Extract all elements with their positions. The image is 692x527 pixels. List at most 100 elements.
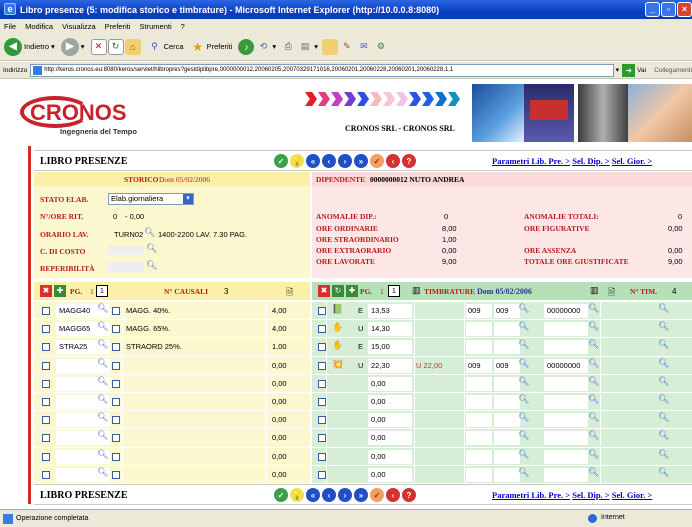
- calculator-icon[interactable]: 🗎: [608, 285, 615, 301]
- back-red-icon[interactable]: ‹: [386, 154, 400, 168]
- close-button[interactable]: ×: [677, 2, 692, 17]
- reper-field[interactable]: [108, 262, 144, 272]
- search-icon[interactable]: 🔍︎: [588, 358, 599, 369]
- row-checkbox[interactable]: [318, 325, 326, 334]
- check-orange-icon[interactable]: ✓: [370, 154, 384, 168]
- terminal-field-1[interactable]: [466, 467, 492, 482]
- search-icon[interactable]: 🔍︎: [97, 449, 108, 460]
- edit-icon[interactable]: ▤: [297, 39, 313, 55]
- search-icon[interactable]: 🔍︎: [658, 303, 669, 314]
- search-icon[interactable]: 🔍︎: [146, 243, 157, 254]
- terminal-field-1[interactable]: 009: [466, 304, 492, 318]
- search-icon[interactable]: 🔍︎: [518, 358, 529, 369]
- causale-code-field[interactable]: [544, 449, 588, 464]
- row-flag-checkbox[interactable]: [112, 361, 120, 370]
- terminal-field-2[interactable]: [494, 467, 520, 482]
- tools-icon[interactable]: ⚙: [373, 39, 389, 55]
- row-checkbox[interactable]: [318, 361, 326, 370]
- menu-file[interactable]: File: [4, 22, 16, 31]
- next-page-icon[interactable]: ›: [338, 488, 352, 502]
- terminal-field-1[interactable]: [466, 449, 492, 464]
- terminal-field-2[interactable]: [494, 449, 520, 464]
- row-checkbox[interactable]: [42, 325, 50, 334]
- messenger-icon[interactable]: ✉: [356, 39, 372, 55]
- lightbulb-icon[interactable]: 💡: [290, 488, 304, 502]
- terminal-field-1[interactable]: [466, 376, 492, 391]
- row-checkbox[interactable]: [42, 379, 50, 388]
- search-icon[interactable]: 🔍︎: [518, 321, 529, 332]
- row-flag-checkbox[interactable]: [112, 343, 120, 352]
- search-button[interactable]: ⚲ Cerca: [147, 39, 183, 55]
- link-sel-dip[interactable]: Sel. Dip. >: [572, 156, 609, 166]
- terminal-field-1[interactable]: [466, 431, 492, 446]
- row-checkbox[interactable]: [318, 343, 326, 352]
- link-parametri[interactable]: Parametri Lib. Pre. >: [492, 490, 570, 500]
- terminal-field-1[interactable]: [466, 340, 492, 355]
- minimize-button[interactable]: _: [645, 2, 660, 17]
- refresh-icon[interactable]: ↻: [107, 38, 124, 55]
- row-checkbox[interactable]: [42, 452, 50, 461]
- search-icon[interactable]: 🔍︎: [518, 412, 529, 423]
- confirm-icon[interactable]: ✓: [274, 488, 288, 502]
- search-icon[interactable]: 🔍︎: [658, 449, 669, 460]
- terminal-field-2[interactable]: [494, 395, 520, 409]
- delete-icon[interactable]: ✖: [40, 285, 52, 297]
- row-checkbox[interactable]: [318, 398, 326, 406]
- search-icon[interactable]: 🔍︎: [658, 358, 669, 369]
- row-flag-checkbox[interactable]: [112, 307, 120, 315]
- search-icon[interactable]: 🔍︎: [658, 394, 669, 405]
- stato-select[interactable]: Elab.giornaliera ▾: [108, 193, 194, 205]
- row-checkbox[interactable]: [42, 470, 50, 479]
- prev-page-icon[interactable]: ‹: [322, 154, 336, 168]
- causale-code-field[interactable]: [544, 376, 588, 391]
- row-checkbox[interactable]: [42, 398, 50, 406]
- first-page-icon[interactable]: «: [306, 488, 320, 502]
- search-icon[interactable]: 🔍︎: [518, 394, 529, 405]
- last-page-icon[interactable]: »: [354, 154, 368, 168]
- history-icon[interactable]: ⟲: [255, 39, 271, 55]
- row-checkbox[interactable]: [318, 452, 326, 461]
- causale-code-field[interactable]: [544, 413, 588, 428]
- terminal-field-1[interactable]: [466, 322, 492, 337]
- timbratura-time-field[interactable]: 13,53: [368, 304, 412, 318]
- row-checkbox[interactable]: [42, 416, 50, 425]
- timbratura-time-field[interactable]: 0,00: [368, 413, 412, 428]
- row-checkbox[interactable]: [318, 434, 326, 443]
- media-icon[interactable]: ♪: [238, 38, 255, 55]
- row-checkbox[interactable]: [318, 379, 326, 388]
- page-doc-icon[interactable]: 1: [96, 285, 108, 297]
- check-orange-icon[interactable]: ✓: [370, 488, 384, 502]
- orario-code[interactable]: TURN02: [114, 230, 143, 239]
- row-checkbox[interactable]: [42, 434, 50, 443]
- menu-help[interactable]: ?: [181, 22, 185, 31]
- search-icon[interactable]: 🔍︎: [658, 430, 669, 441]
- add-row-icon[interactable]: ✚: [54, 285, 66, 297]
- search-icon[interactable]: 🔍︎: [518, 339, 529, 350]
- row-flag-checkbox[interactable]: [112, 398, 120, 406]
- search-icon[interactable]: 🔍︎: [518, 303, 529, 314]
- timbratura-time-field[interactable]: 15,00: [368, 340, 412, 355]
- last-page-icon[interactable]: »: [354, 488, 368, 502]
- search-icon[interactable]: 🔍︎: [97, 358, 108, 369]
- prev-page-icon[interactable]: ‹: [322, 488, 336, 502]
- search-icon[interactable]: 🔍︎: [658, 467, 669, 478]
- calculator-icon[interactable]: 🗎: [286, 285, 300, 297]
- back-red-icon[interactable]: ‹: [386, 488, 400, 502]
- search-icon[interactable]: 🔍︎: [658, 412, 669, 423]
- help-icon[interactable]: ?: [402, 488, 416, 502]
- link-sel-dip[interactable]: Sel. Dip. >: [572, 490, 609, 500]
- menu-visualizza[interactable]: Visualizza: [62, 22, 96, 31]
- menu-preferiti[interactable]: Preferiti: [105, 22, 131, 31]
- search-icon[interactable]: 🔍︎: [588, 303, 599, 314]
- terminal-field-1[interactable]: [466, 395, 492, 409]
- search-icon[interactable]: 🔍︎: [588, 376, 599, 387]
- search-icon[interactable]: 🔍︎: [658, 339, 669, 350]
- search-icon[interactable]: 🔍︎: [588, 430, 599, 441]
- link-parametri[interactable]: Parametri Lib. Pre. >: [492, 156, 570, 166]
- links-label[interactable]: Collegamenti: [654, 67, 692, 74]
- search-icon[interactable]: 🔍︎: [146, 260, 157, 271]
- causale-code-field[interactable]: 00000000: [544, 358, 588, 373]
- search-icon[interactable]: 🔍︎: [588, 339, 599, 350]
- row-checkbox[interactable]: [318, 470, 326, 479]
- row-flag-checkbox[interactable]: [112, 434, 120, 443]
